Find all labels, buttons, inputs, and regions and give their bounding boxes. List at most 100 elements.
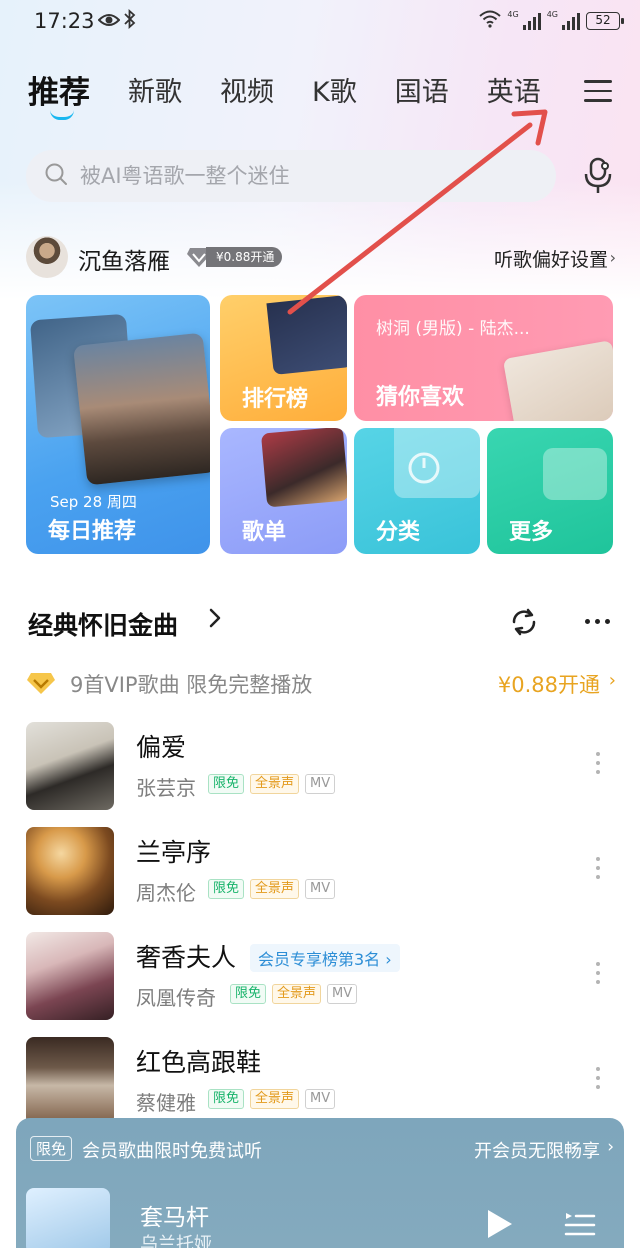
signal-icon: [562, 12, 580, 30]
song-tags: 限免 全景声 MV: [230, 984, 358, 1004]
song-artist: 张芸京: [136, 776, 196, 800]
ranking-card[interactable]: 排行榜: [220, 295, 347, 421]
surround-tag: 全景声: [250, 774, 300, 794]
song-row[interactable]: 兰亭序 周杰伦 限免 全景声 MV: [0, 827, 640, 931]
eye-icon: [97, 12, 121, 32]
network-label-1: 4G: [507, 10, 519, 19]
guess-you-like-title: 猜你喜欢: [376, 385, 465, 410]
status-indicators: 4G 4G 52: [479, 10, 624, 32]
playlist-card[interactable]: 歌单: [220, 428, 347, 554]
vip-open-link[interactable]: ¥0.88开通: [498, 669, 600, 699]
listening-preference-link[interactable]: 听歌偏好设置: [494, 245, 608, 272]
tab-recommend[interactable]: 推荐: [28, 67, 90, 120]
song-more-icon[interactable]: [596, 752, 600, 774]
song-more-icon[interactable]: [596, 1067, 600, 1089]
free-tag: 限免: [208, 1089, 245, 1109]
chevron-right-icon: ›: [608, 670, 616, 691]
free-tag: 限免: [208, 879, 245, 899]
section-title[interactable]: 经典怀旧金曲: [28, 606, 178, 642]
song-more-icon[interactable]: [596, 857, 600, 879]
more-card[interactable]: 更多: [487, 428, 613, 554]
voice-search-icon[interactable]: [582, 156, 614, 196]
tab-karaoke[interactable]: K歌: [312, 70, 357, 109]
tab-mandarin[interactable]: 国语: [395, 70, 449, 109]
guess-song-name: 树洞 (男版) - 陆杰...: [376, 319, 530, 339]
song-title: 兰亭序: [136, 838, 212, 867]
network-label-2: 4G: [546, 10, 558, 19]
tab-new-songs[interactable]: 新歌: [128, 70, 182, 109]
tab-english[interactable]: 英语: [487, 70, 541, 109]
search-bar[interactable]: [26, 150, 556, 202]
cover-image: [266, 295, 347, 375]
chevron-right-icon[interactable]: [208, 606, 222, 636]
category-title: 分类: [376, 520, 421, 545]
rank-badge[interactable]: 会员专享榜第3名 ›: [250, 944, 400, 972]
song-title: 偏爱: [136, 733, 187, 762]
wifi-icon: [479, 10, 502, 32]
album-cover: [26, 827, 114, 915]
chevron-right-icon: ›: [607, 1137, 614, 1157]
user-row: 沉鱼落雁 ¥0.88开通 听歌偏好设置 ›: [26, 236, 616, 280]
free-tag: 限免: [208, 774, 245, 794]
menu-icon[interactable]: [584, 80, 612, 104]
album-cover: [26, 932, 114, 1020]
more-deco-icon: [543, 448, 607, 500]
refresh-icon[interactable]: [508, 606, 540, 638]
vip-offer-badge[interactable]: ¥0.88开通: [186, 245, 314, 269]
song-more-icon[interactable]: [596, 962, 600, 984]
rank-badge-label: 会员专享榜第3名: [258, 950, 381, 969]
song-tags: 限免 全景声 MV: [208, 774, 336, 794]
chevron-right-icon: ›: [609, 248, 616, 267]
vip-promo-text: 9首VIP歌曲 限免完整播放: [70, 673, 313, 697]
category-tabs: 推荐 新歌 视频 K歌 国语 英语: [28, 70, 579, 120]
bluetooth-icon: [124, 8, 136, 34]
promo-text: 会员歌曲限时免费试听: [82, 1141, 262, 1162]
mv-tag[interactable]: MV: [327, 984, 358, 1004]
song-title: 奢香夫人: [136, 943, 237, 972]
search-icon: [44, 162, 68, 190]
daily-date: Sep 28 周四: [50, 493, 137, 511]
more-title: 更多: [509, 520, 554, 545]
category-card[interactable]: 分类: [354, 428, 480, 554]
cover-image: [73, 332, 210, 486]
surround-tag: 全景声: [250, 1089, 300, 1109]
song-artist: 周杰伦: [136, 881, 196, 905]
username[interactable]: 沉鱼落雁: [78, 242, 170, 276]
mv-tag[interactable]: MV: [305, 879, 336, 899]
playlist-icon[interactable]: [564, 1210, 596, 1242]
avatar[interactable]: [26, 236, 68, 278]
status-time: 17:23: [34, 9, 95, 33]
mv-tag[interactable]: MV: [305, 774, 336, 794]
play-icon[interactable]: [484, 1208, 514, 1244]
free-tag: 限免: [230, 984, 267, 1004]
more-options-icon[interactable]: [585, 619, 610, 624]
promo-free-tag: 限免: [30, 1136, 73, 1161]
album-cover: [26, 722, 114, 810]
cover-image: [502, 340, 613, 421]
vip-promo-row: 9首VIP歌曲 限免完整播放 ¥0.88开通 ›: [26, 666, 616, 702]
song-row[interactable]: 奢香夫人 会员专享榜第3名 › 凤凰传奇 限免 全景声 MV: [0, 932, 640, 1036]
ranking-title: 排行榜: [242, 387, 309, 412]
vip-diamond-icon: [26, 670, 56, 700]
radio-icon: [394, 428, 480, 498]
cover-image: [260, 428, 347, 508]
album-cover: [26, 1037, 114, 1125]
now-playing-artist: 乌兰托娅: [140, 1234, 212, 1248]
daily-recommend-title: 每日推荐: [48, 519, 137, 544]
status-bar: 17:23 4G 4G 52: [0, 0, 640, 46]
daily-recommend-card[interactable]: Sep 28 周四 每日推荐: [26, 295, 210, 554]
signal-icon: [522, 12, 541, 30]
mini-player[interactable]: 限免 会员歌曲限时免费试听 开会员无限畅享 › 套马杆 乌兰托娅: [16, 1118, 624, 1248]
song-title: 红色高跟鞋: [136, 1048, 262, 1077]
surround-tag: 全景声: [272, 984, 322, 1004]
tab-video[interactable]: 视频: [220, 70, 274, 109]
song-artist: 凤凰传奇: [136, 986, 216, 1010]
song-row[interactable]: 偏爱 张芸京 限免 全景声 MV: [0, 722, 640, 826]
guess-you-like-card[interactable]: 树洞 (男版) - 陆杰... 猜你喜欢: [354, 295, 613, 421]
mv-tag[interactable]: MV: [305, 1089, 336, 1109]
membership-link[interactable]: 开会员无限畅享: [474, 1137, 600, 1163]
surround-tag: 全景声: [250, 879, 300, 899]
now-playing-cover[interactable]: [26, 1188, 110, 1248]
search-input[interactable]: [80, 164, 520, 188]
song-artist: 蔡健雅: [136, 1091, 196, 1115]
